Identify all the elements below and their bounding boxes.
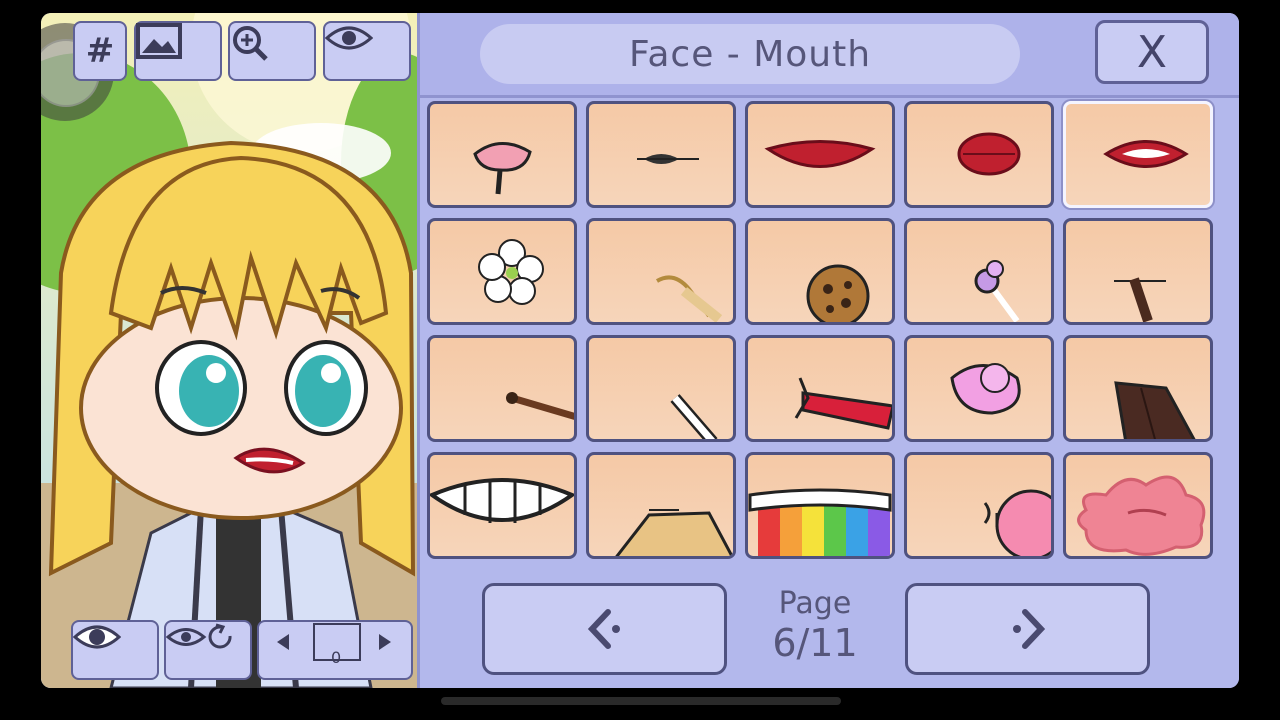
character-scene xyxy=(41,13,417,688)
close-button[interactable]: X xyxy=(1095,20,1209,84)
mouth-item-lollipop[interactable] xyxy=(904,218,1054,325)
mouth-item-bubble-gum[interactable] xyxy=(904,452,1054,559)
hash-button[interactable]: # xyxy=(73,21,127,81)
close-label: X xyxy=(1136,26,1168,78)
panel-title: Face - Mouth xyxy=(480,24,1020,84)
next-page-button[interactable] xyxy=(905,583,1150,675)
panel-title-text: Face - Mouth xyxy=(628,33,872,75)
mouth-item-toast[interactable] xyxy=(586,452,736,559)
eye-icon xyxy=(73,625,121,649)
panel-header: Face - Mouth X xyxy=(420,13,1239,98)
mouth-item-splat[interactable] xyxy=(1063,452,1213,559)
page-number: 6/11 xyxy=(772,621,858,665)
mouth-selection-panel: Face - Mouth X Page 6/11 xyxy=(417,13,1239,688)
mouth-item-dark-lips[interactable] xyxy=(586,101,736,208)
eye-reset-icon xyxy=(166,623,232,649)
page-label: Page xyxy=(778,586,852,621)
mouth-item-pink-gum[interactable] xyxy=(904,335,1054,442)
mouth-item-open-lips[interactable] xyxy=(1063,101,1213,208)
mouth-item-choco-bar[interactable] xyxy=(1063,335,1213,442)
home-indicator[interactable] xyxy=(441,697,841,705)
reset-view-button[interactable] xyxy=(164,620,252,680)
mouth-item-rainbow[interactable] xyxy=(745,452,895,559)
mouth-item-choco-stick[interactable] xyxy=(1063,218,1213,325)
layer-selector[interactable]: 0 xyxy=(257,620,413,680)
mouth-item-cookie[interactable] xyxy=(745,218,895,325)
hash-label: # xyxy=(85,31,115,71)
zoom-button[interactable] xyxy=(228,21,316,81)
prev-page-button[interactable] xyxy=(482,583,727,675)
zoom-in-icon xyxy=(233,26,268,61)
mouth-item-flower[interactable] xyxy=(427,218,577,325)
mouth-item-white-stick[interactable] xyxy=(586,335,736,442)
image-icon xyxy=(136,23,182,59)
mouth-item-wheat[interactable] xyxy=(586,218,736,325)
character-preview: # 0 xyxy=(41,13,417,688)
mouth-item-grin[interactable] xyxy=(427,452,577,559)
mouth-item-wide-red-lips[interactable] xyxy=(745,101,895,208)
mouth-item-drool[interactable] xyxy=(427,101,577,208)
eye-icon xyxy=(325,26,373,50)
mouth-item-candy-wrapper[interactable] xyxy=(745,335,895,442)
chevron-left-dot-icon xyxy=(587,609,620,649)
page-indicator: Page 6/11 xyxy=(765,586,865,665)
game-screen: # 0 Face - Mouth X Page 6/11 xyxy=(41,13,1239,688)
mouth-item-pouty-lips[interactable] xyxy=(904,101,1054,208)
mouth-item-stick[interactable] xyxy=(427,335,577,442)
chevron-right-dot-icon xyxy=(1012,609,1045,649)
background-button[interactable] xyxy=(134,21,222,81)
hide-ui-button[interactable] xyxy=(71,620,159,680)
view-button[interactable] xyxy=(323,21,411,81)
layer-count: 0 xyxy=(331,648,342,667)
